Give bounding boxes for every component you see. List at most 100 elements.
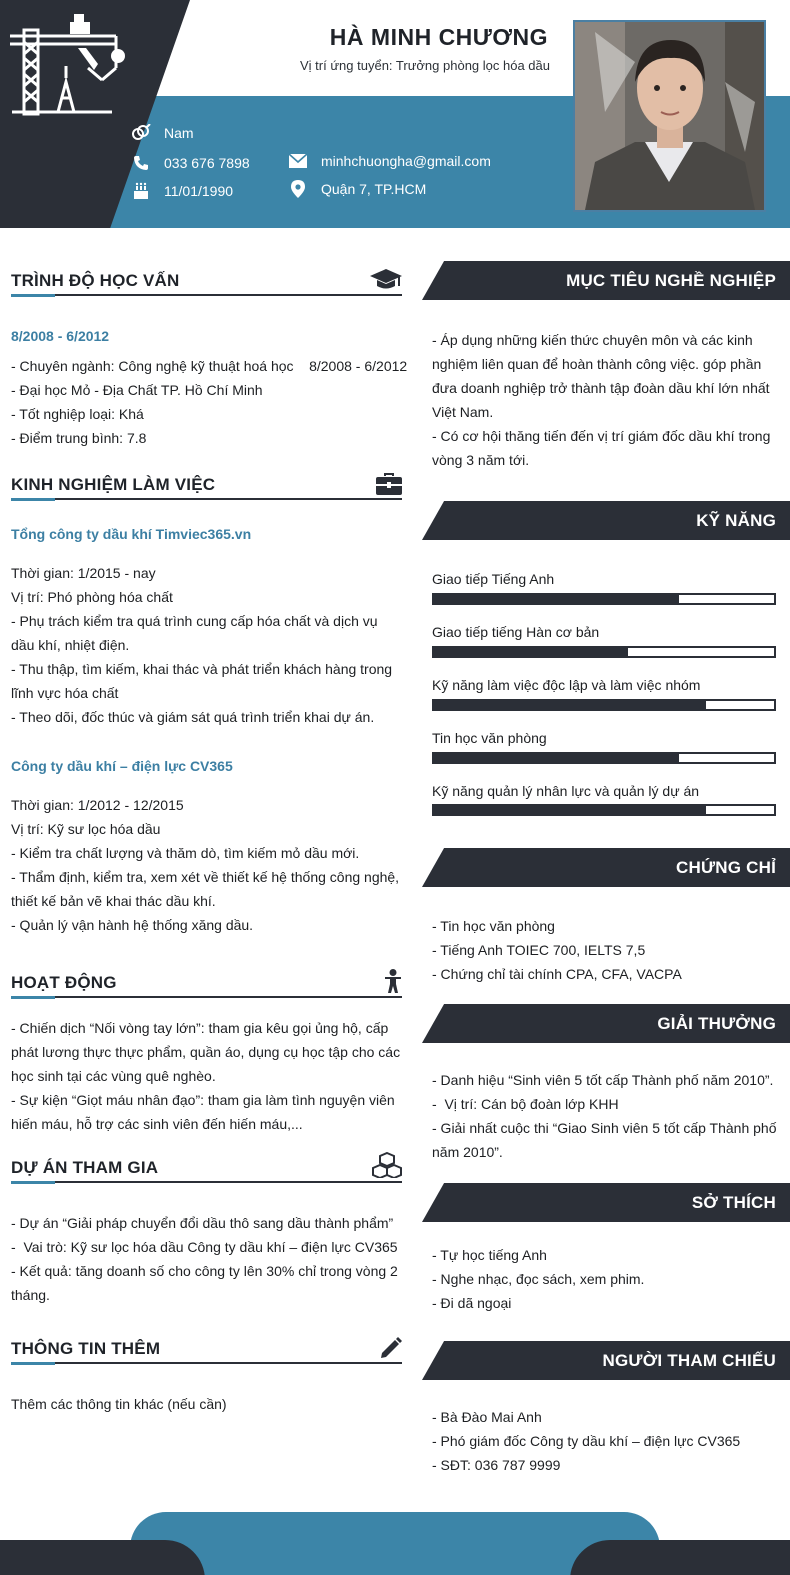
more-info-section: THÔNG TIN THÊM Thêm các thông tin khác (… [11, 1336, 402, 1416]
gender-value: Nam [164, 125, 194, 141]
hobbies-header: SỞ THÍCH [422, 1183, 790, 1222]
gender-row: Nam [130, 124, 194, 142]
certificate-line: - Tin học văn phòng [432, 918, 555, 934]
awards-title: GIẢI THƯỞNG [657, 1014, 776, 1033]
objective-line: - Áp dụng những kiến thức chuyên môn và … [432, 332, 770, 420]
references-title: NGƯỜI THAM CHIẾU [602, 1351, 776, 1370]
job-line: - Kiểm tra chất lượng và thăm dò, tìm ki… [11, 845, 360, 861]
education-line: - Chuyên ngành: Công nghệ kỹ thuật hoá h… [11, 358, 408, 374]
job-company: Công ty dầu khí – điện lực CV365 [11, 758, 233, 774]
certificate-line: - Chứng chỉ tài chính CPA, CFA, VACPA [432, 966, 682, 982]
activities-header: HOẠT ĐỘNG [11, 967, 402, 999]
award-line: - Danh hiệu “Sinh viên 5 tốt cấp Thành p… [432, 1072, 774, 1088]
certificates-body: - Tin học văn phòng - Tiếng Anh TOIEC 70… [432, 914, 777, 986]
objective-title: MỤC TIÊU NGHỀ NGHIỆP [566, 271, 776, 290]
applied-position: Vị trí ứng tuyển: Trưởng phòng lọc hóa d… [300, 58, 550, 73]
phone-icon [130, 154, 152, 172]
reference-line: - Phó giám đốc Công ty dầu khí – điện lự… [432, 1433, 741, 1449]
hobby-line: - Đi dã ngoại [432, 1295, 512, 1311]
profile-photo [573, 20, 766, 212]
projects-header: DỰ ÁN THAM GIA [11, 1152, 402, 1184]
footer-dark-shape-left [0, 1540, 205, 1575]
skill-label: Tin học văn phòng [432, 730, 547, 746]
job-line: - Quản lý vận hành hệ thống xăng dầu. [11, 917, 254, 933]
activities-details: - Chiến dịch “Nối vòng tay lớn”: tham gi… [11, 1016, 402, 1136]
job-line: Thời gian: 1/2012 - 12/2015 [11, 797, 184, 813]
skill-label: Giao tiếp tiếng Hàn cơ bản [432, 624, 600, 640]
skill-bar [432, 804, 776, 816]
job-line: Thời gian: 1/2015 - nay [11, 565, 156, 581]
skill-bar [432, 646, 776, 658]
awards-body: - Danh hiệu “Sinh viên 5 tốt cấp Thành p… [432, 1068, 777, 1164]
email-value: minhchuongha@gmail.com [321, 153, 491, 169]
job-line: - Phụ trách kiểm tra quá trình cung cấp … [11, 613, 378, 653]
birthday-cake-icon [130, 182, 152, 200]
skill-bar-fill [434, 701, 706, 709]
more-info-header: THÔNG TIN THÊM [11, 1333, 402, 1365]
skill-bar-fill [434, 754, 679, 762]
job-line: Vị trí: Kỹ sư lọc hóa dầu [11, 821, 161, 837]
gender-icon [130, 124, 152, 142]
education-header: TRÌNH ĐỘ HỌC VẤN [11, 265, 402, 297]
education-line: - Điểm trung bình: 7.8 [11, 430, 147, 446]
award-line: - Vị trí: Cán bộ đoàn lớp KHH [432, 1096, 619, 1112]
skill-bar-fill [434, 595, 679, 603]
pencil-icon [370, 1333, 402, 1359]
skill-bar [432, 699, 776, 711]
more-info-title: THÔNG TIN THÊM [11, 1339, 161, 1358]
education-line: - Đại học Mỏ - Địa Chất TP. Hồ Chí Minh [11, 382, 263, 398]
hobbies-title: SỞ THÍCH [691, 1193, 776, 1212]
education-section: TRÌNH ĐỘ HỌC VẤN 8/2008 - 6/2012 - Chuyê… [11, 265, 408, 450]
oil-industry-logo-icon [10, 14, 125, 116]
hobby-line: - Tự học tiếng Anh [432, 1247, 547, 1263]
experience-section: KINH NGHIỆM LÀM VIỆC Tổng công ty dầu kh… [11, 472, 402, 937]
project-line: - Kết quả: tăng doanh số cho công ty lên… [11, 1263, 398, 1303]
activities-title: HOẠT ĐỘNG [11, 973, 117, 992]
certificates-title: CHỨNG CHỈ [676, 858, 776, 877]
job-line: Vị trí: Phó phòng hóa chất [11, 589, 173, 605]
certificate-line: - Tiếng Anh TOIEC 700, IELTS 7,5 [432, 942, 646, 958]
skill-label: Kỹ năng làm việc độc lập và làm việc nhó… [432, 677, 701, 693]
job-details: Thời gian: 1/2015 - nay Vị trí: Phó phòn… [11, 561, 402, 729]
education-period: 8/2008 - 6/2012 [11, 328, 110, 344]
projects-title: DỰ ÁN THAM GIA [11, 1158, 159, 1177]
activities-section: HOẠT ĐỘNG - Chiến dịch “Nối vòng tay lớn… [11, 967, 402, 1136]
portrait-image [575, 22, 764, 210]
experience-header: KINH NGHIỆM LÀM VIỆC [11, 469, 402, 501]
activity-line: - Sự kiện “Giọt máu nhân đạo”: tham gia … [11, 1092, 395, 1132]
footer-dark-shape-right [570, 1540, 790, 1575]
skill-label: Kỹ năng quản lý nhân lực và quản lý dự á… [432, 783, 700, 799]
skill-bar [432, 593, 776, 605]
email-row: minhchuongha@gmail.com [287, 152, 491, 170]
person-icon [370, 967, 402, 993]
references-body: - Bà Đào Mai Anh - Phó giám đốc Công ty … [432, 1405, 777, 1477]
skill-bar-fill [434, 648, 628, 656]
award-line: - Giải nhất cuộc thi “Giao Sinh viên 5 t… [432, 1120, 777, 1160]
objective-body: - Áp dụng những kiến thức chuyên môn và … [432, 328, 777, 472]
location-pin-icon [287, 180, 309, 198]
candidate-name: HÀ MINH CHƯƠNG [329, 24, 548, 50]
references-header: NGƯỜI THAM CHIẾU [422, 1341, 790, 1380]
awards-header: GIẢI THƯỞNG [422, 1004, 790, 1043]
birthday-row: 11/01/1990 [130, 182, 233, 200]
education-title: TRÌNH ĐỘ HỌC VẤN [11, 271, 180, 290]
reference-line: - Bà Đào Mai Anh [432, 1409, 542, 1425]
cubes-icon [370, 1152, 402, 1178]
job-line: - Thu thập, tìm kiếm, khai thác và phát … [11, 661, 393, 701]
skills-title: KỸ NĂNG [696, 511, 776, 530]
education-line: - Tốt nghiệp loại: Khá [11, 406, 144, 422]
project-line: - Vai trò: Kỹ sư lọc hóa dầu Công ty dầu… [11, 1239, 398, 1255]
skills-header: KỸ NĂNG [422, 501, 790, 540]
hobby-line: - Nghe nhạc, đọc sách, xem phim. [432, 1271, 645, 1287]
objective-header: MỤC TIÊU NGHỀ NGHIỆP [422, 261, 790, 300]
project-line: - Dự án “Giải pháp chuyển đổi dầu thô sa… [11, 1215, 394, 1231]
job-line: - Theo dõi, đốc thúc và giám sát quá trì… [11, 709, 375, 725]
envelope-icon [287, 152, 309, 170]
graduation-cap-icon [370, 265, 402, 291]
phone-value: 033 676 7898 [164, 155, 250, 171]
skill-bar [432, 752, 776, 764]
certificates-header: CHỨNG CHỈ [422, 848, 790, 887]
briefcase-icon [370, 469, 402, 495]
job-line: - Thẩm định, kiểm tra, xem xét về thiết … [11, 869, 400, 909]
education-details: - Chuyên ngành: Công nghệ kỹ thuật hoá h… [11, 354, 408, 450]
